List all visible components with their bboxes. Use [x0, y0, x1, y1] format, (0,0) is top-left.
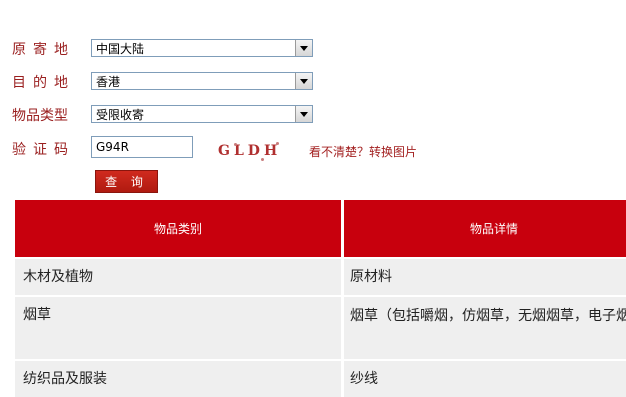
item-type-label: 物品类型	[12, 108, 68, 124]
destination-select-value: 香港	[96, 74, 121, 89]
table-cell-category: 烟草	[15, 297, 341, 359]
origin-label: 原寄地	[12, 42, 75, 58]
table-cell-category: 木材及植物	[15, 259, 341, 295]
origin-select-value: 中国大陆	[96, 41, 145, 56]
captcha-input[interactable]: G94R	[91, 136, 193, 158]
table-cell-details: 原材料	[344, 259, 626, 295]
results-table: 物品类别 物品详情 木材及植物 原材料 烟草 烟草（包括嚼烟，仿烟草，无烟烟草，…	[15, 200, 626, 397]
refresh-captcha-link[interactable]: 看不清楚？转换图片	[309, 143, 417, 160]
column-header-category: 物品类别	[15, 200, 341, 257]
captcha-image: GLDH	[218, 140, 292, 162]
dropdown-arrow-icon[interactable]	[295, 106, 312, 122]
table-cell-details: 烟草（包括嚼烟，仿烟草，无烟烟草，电子烟）	[344, 297, 626, 359]
column-header-details: 物品详情	[344, 200, 626, 257]
captcha-image-text: GLDH	[218, 143, 282, 159]
item-type-select[interactable]: 受限收寄	[91, 105, 313, 123]
table-cell-category: 纺织品及服装	[15, 361, 341, 397]
table-cell-details: 纱线	[344, 361, 626, 397]
destination-label: 目的地	[12, 75, 75, 91]
item-type-select-value: 受限收寄	[96, 107, 145, 122]
origin-select[interactable]: 中国大陆	[91, 39, 313, 57]
query-button[interactable]: 查 询	[95, 170, 158, 193]
dropdown-arrow-icon[interactable]	[295, 40, 312, 56]
query-form: 原寄地 中国大陆 目的地 香港 物品类型 受限收寄 验证码 G94R GLDH …	[0, 0, 626, 200]
destination-select[interactable]: 香港	[91, 72, 313, 90]
dropdown-arrow-icon[interactable]	[295, 73, 312, 89]
captcha-label: 验证码	[12, 142, 75, 158]
